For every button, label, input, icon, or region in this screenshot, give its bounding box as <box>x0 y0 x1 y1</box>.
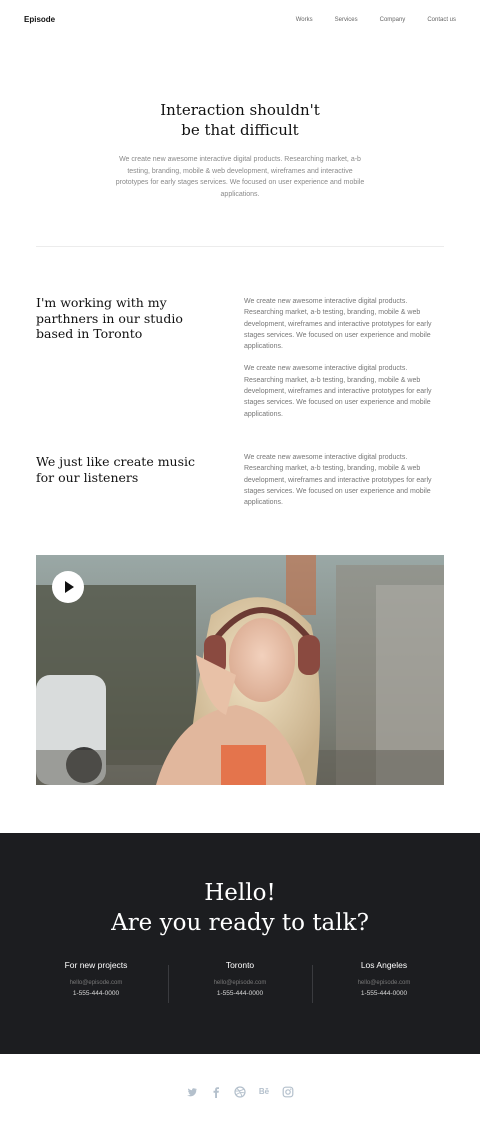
office-name: For new projects <box>64 960 128 970</box>
facebook-icon[interactable] <box>210 1086 222 1098</box>
video-player[interactable] <box>36 555 444 785</box>
nav-company[interactable]: Company <box>380 17 406 23</box>
instagram-icon[interactable] <box>282 1086 294 1098</box>
nav-services[interactable]: Services <box>335 17 358 23</box>
hero-section: Interaction shouldn't be that difficult … <box>0 100 480 200</box>
office-email[interactable]: hello@episode.com <box>168 980 312 986</box>
office-los-angeles: Los Angeles hello@episode.com 1-555-444-… <box>312 960 456 1003</box>
studio-section: I'm working with my parthners in our stu… <box>36 295 444 425</box>
contact-section: Hello! Are you ready to talk? For new pr… <box>0 833 480 1054</box>
studio-paragraphs: We create new awesome interactive digita… <box>244 296 436 431</box>
music-section: We just like create music for our listen… <box>36 454 444 514</box>
office-email[interactable]: hello@episode.com <box>24 980 168 986</box>
logo[interactable]: Episode <box>24 15 55 24</box>
studio-heading: I'm working with my parthners in our stu… <box>36 295 183 341</box>
contact-title: Hello! Are you ready to talk? <box>0 878 480 938</box>
twitter-icon[interactable] <box>186 1086 198 1098</box>
office-email[interactable]: hello@episode.com <box>312 980 456 986</box>
nav-works[interactable]: Works <box>296 17 313 23</box>
hero-title-line2: be that difficult <box>181 121 299 139</box>
office-name: Toronto <box>225 960 255 970</box>
dribbble-icon[interactable] <box>234 1086 246 1098</box>
music-heading: We just like create music for our listen… <box>36 454 196 485</box>
office-name: Los Angeles <box>360 960 408 970</box>
music-paragraphs: We create new awesome interactive digita… <box>244 452 436 519</box>
music-paragraph: We create new awesome interactive digita… <box>244 454 432 507</box>
video-thumbnail-image <box>36 555 444 785</box>
office-toronto: Toronto hello@episode.com 1-555-444-0000 <box>168 960 312 1003</box>
social-links: Bē <box>0 1086 480 1098</box>
main-nav: Works Services Company Contact us <box>274 17 456 23</box>
office-phone[interactable]: 1-555-444-0000 <box>312 990 456 997</box>
play-icon[interactable] <box>52 571 84 603</box>
offices-list: For new projects hello@episode.com 1-555… <box>24 960 456 1003</box>
hero-title: Interaction shouldn't be that difficult <box>0 100 480 140</box>
nav-contact-us[interactable]: Contact us <box>427 17 456 23</box>
office-new-projects: For new projects hello@episode.com 1-555… <box>24 960 168 997</box>
site-header: Episode Works Services Company Contact u… <box>0 0 480 44</box>
contact-title-line1: Hello! <box>204 880 276 906</box>
hero-title-line1: Interaction shouldn't <box>160 101 320 119</box>
hero-text: We create new awesome interactive digita… <box>115 156 365 198</box>
studio-paragraph-1: We create new awesome interactive digita… <box>244 298 432 351</box>
office-phone[interactable]: 1-555-444-0000 <box>24 990 168 997</box>
contact-title-line2: Are you ready to talk? <box>111 910 369 936</box>
office-phone[interactable]: 1-555-444-0000 <box>168 990 312 997</box>
studio-paragraph-2: We create new awesome interactive digita… <box>244 365 432 418</box>
behance-icon[interactable]: Bē <box>258 1086 270 1098</box>
section-divider <box>36 246 444 247</box>
